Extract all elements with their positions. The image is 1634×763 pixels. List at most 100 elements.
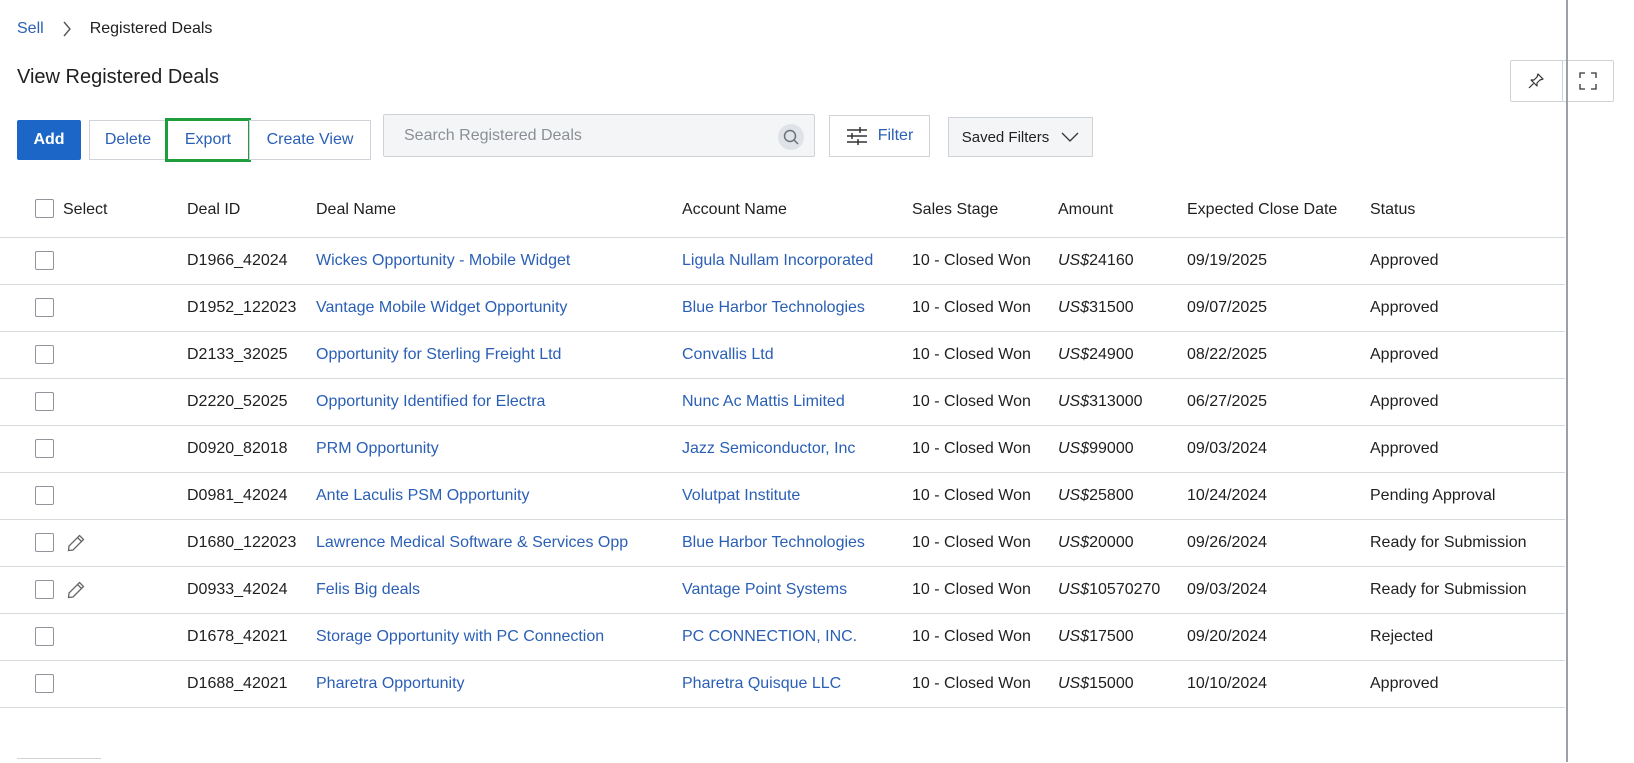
currency-label: US$ xyxy=(1058,346,1090,363)
deal-name-link[interactable]: Opportunity Identified for Electra xyxy=(316,393,545,411)
amount-value: 20000 xyxy=(1089,534,1134,551)
cell-close-date: 09/07/2025 xyxy=(1187,299,1268,316)
account-name-link[interactable]: Blue Harbor Technologies xyxy=(682,299,865,317)
export-button[interactable]: Export xyxy=(165,118,251,162)
account-name-link[interactable]: Convallis Ltd xyxy=(682,346,774,364)
header-status[interactable]: Status xyxy=(1370,201,1415,219)
currency-label: US$ xyxy=(1058,534,1090,551)
row-checkbox[interactable] xyxy=(35,439,54,458)
deal-name-link[interactable]: Opportunity for Sterling Freight Ltd xyxy=(316,346,561,364)
account-name-link[interactable]: Pharetra Quisque LLC xyxy=(682,675,841,693)
row-checkbox[interactable] xyxy=(35,674,54,693)
cell-sales-stage: 10 - Closed Won xyxy=(912,675,1031,692)
pin-button[interactable] xyxy=(1511,61,1562,101)
cell-sales-stage: 10 - Closed Won xyxy=(912,440,1031,457)
sliders-icon xyxy=(846,127,867,145)
deal-name-link[interactable]: PRM Opportunity xyxy=(316,440,439,458)
row-checkbox[interactable] xyxy=(35,533,54,552)
cell-sales-stage: 10 - Closed Won xyxy=(912,487,1031,504)
deal-name-link[interactable]: Ante Laculis PSM Opportunity xyxy=(316,487,529,505)
account-name-link[interactable]: Volutpat Institute xyxy=(682,487,800,505)
saved-filters-dropdown[interactable]: Saved Filters xyxy=(948,117,1093,157)
filter-button[interactable]: Filter xyxy=(829,115,930,157)
search-box xyxy=(383,114,815,157)
row-checkbox[interactable] xyxy=(35,298,54,317)
header-close-date[interactable]: Expected Close Date xyxy=(1187,201,1337,219)
cell-sales-stage: 10 - Closed Won xyxy=(912,346,1031,363)
row-checkbox[interactable] xyxy=(35,251,54,270)
page-actions xyxy=(1510,60,1614,102)
breadcrumb-current: Registered Deals xyxy=(89,20,213,37)
search-input[interactable] xyxy=(402,126,766,146)
row-checkbox[interactable] xyxy=(35,627,54,646)
cell-sales-stage: 10 - Closed Won xyxy=(912,628,1031,645)
currency-label: US$ xyxy=(1058,675,1090,692)
header-account-name[interactable]: Account Name xyxy=(682,201,787,219)
cell-sales-stage: 10 - Closed Won xyxy=(912,252,1031,269)
search-button[interactable] xyxy=(778,124,804,150)
deal-name-link[interactable]: Wickes Opportunity - Mobile Widget xyxy=(316,252,570,270)
fullscreen-button[interactable] xyxy=(1561,61,1614,101)
deal-name-link[interactable]: Storage Opportunity with PC Connection xyxy=(316,628,604,646)
create-view-button[interactable]: Create View xyxy=(249,120,371,160)
cell-status: Ready for Submission xyxy=(1370,581,1527,598)
account-name-link[interactable]: Ligula Nullam Incorporated xyxy=(682,252,873,270)
table-row: D0981_42024 Ante Laculis PSM Opportunity V… xyxy=(0,473,1565,520)
header-sales-stage[interactable]: Sales Stage xyxy=(912,201,998,219)
deal-name-link[interactable]: Lawrence Medical Software & Services Opp xyxy=(316,534,628,552)
row-checkbox[interactable] xyxy=(35,580,54,599)
cell-deal-id: D2133_32025 xyxy=(187,346,288,363)
row-checkbox[interactable] xyxy=(35,486,54,505)
cell-deal-id: D0933_42024 xyxy=(187,581,288,598)
table-row: D1680_122023 Lawrence Medical Software & … xyxy=(0,520,1565,567)
account-name-link[interactable]: Nunc Ac Mattis Limited xyxy=(682,393,845,411)
table-row: D1678_42021 Storage Opportunity with PC C… xyxy=(0,614,1565,661)
account-name-link[interactable]: Jazz Semiconductor, Inc xyxy=(682,440,855,458)
breadcrumb-link-sell[interactable]: Sell xyxy=(17,20,44,38)
cell-close-date: 09/03/2024 xyxy=(1187,440,1268,457)
select-all-checkbox[interactable] xyxy=(35,199,54,218)
delete-button[interactable]: Delete xyxy=(89,120,167,160)
cell-close-date: 10/24/2024 xyxy=(1187,487,1268,504)
amount-value: 25800 xyxy=(1089,487,1134,504)
cell-status: Approved xyxy=(1370,440,1439,457)
cell-amount: US$31500 xyxy=(1058,299,1134,317)
cell-amount: US$20000 xyxy=(1058,534,1134,552)
account-name-link[interactable]: PC CONNECTION, INC. xyxy=(682,628,857,646)
account-name-link[interactable]: Vantage Point Systems xyxy=(682,581,847,599)
deal-name-link[interactable]: Vantage Mobile Widget Opportunity xyxy=(316,299,567,317)
cell-sales-stage: 10 - Closed Won xyxy=(912,534,1031,551)
header-deal-id[interactable]: Deal ID xyxy=(187,201,240,219)
pagination-control[interactable] xyxy=(17,758,101,763)
cell-close-date: 06/27/2025 xyxy=(1187,393,1268,410)
cell-status: Pending Approval xyxy=(1370,487,1496,504)
row-checkbox[interactable] xyxy=(35,345,54,364)
currency-label: US$ xyxy=(1058,299,1090,316)
scrollbar[interactable] xyxy=(1566,0,1568,762)
cell-deal-id: D1966_42024 xyxy=(187,252,288,269)
cell-amount: US$24900 xyxy=(1058,346,1134,364)
deal-name-link[interactable]: Felis Big deals xyxy=(316,581,420,599)
chevron-right-icon xyxy=(62,21,72,37)
table-row: D1966_42024 Wickes Opportunity - Mobile W… xyxy=(0,238,1565,285)
filter-label: Filter xyxy=(877,127,914,144)
cell-close-date: 09/03/2024 xyxy=(1187,581,1268,598)
cell-close-date: 09/19/2025 xyxy=(1187,252,1268,269)
cell-deal-id: D1680_122023 xyxy=(187,534,297,551)
header-amount[interactable]: Amount xyxy=(1058,201,1113,219)
amount-value: 31500 xyxy=(1089,299,1134,316)
cell-deal-id: D0981_42024 xyxy=(187,487,288,504)
pencil-icon[interactable] xyxy=(66,533,86,558)
amount-value: 313000 xyxy=(1089,393,1143,410)
deal-name-link[interactable]: Pharetra Opportunity xyxy=(316,675,465,693)
pin-icon xyxy=(1528,73,1544,89)
row-checkbox[interactable] xyxy=(35,392,54,411)
cell-status: Rejected xyxy=(1370,628,1434,645)
add-button[interactable]: Add xyxy=(17,120,81,160)
pencil-icon[interactable] xyxy=(66,580,86,605)
account-name-link[interactable]: Blue Harbor Technologies xyxy=(682,534,865,552)
cell-sales-stage: 10 - Closed Won xyxy=(912,581,1031,598)
cell-close-date: 10/10/2024 xyxy=(1187,675,1268,692)
header-deal-name[interactable]: Deal Name xyxy=(316,201,396,219)
cell-sales-stage: 10 - Closed Won xyxy=(912,299,1031,316)
